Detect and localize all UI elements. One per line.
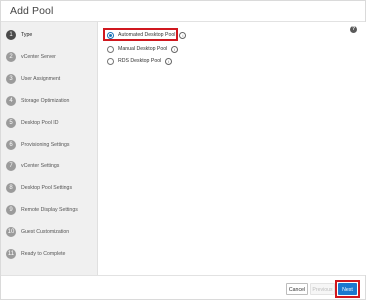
- next-button-highlight: [335, 280, 360, 298]
- step-number: 10: [6, 226, 16, 237]
- cancel-button[interactable]: Cancel: [286, 283, 308, 295]
- step-label: Type: [21, 31, 33, 38]
- step-number: 4: [6, 95, 16, 106]
- radio-manual-desktop-pool[interactable]: Manual Desktop Pool i: [107, 44, 179, 54]
- step-label: Guest Customization: [21, 228, 70, 235]
- step-label: Provisioning Settings: [21, 141, 70, 148]
- step-label: Ready to Complete: [21, 250, 66, 257]
- wizard-step-storage-optimization[interactable]: 4 Storage Optimization: [6, 94, 69, 107]
- wizard-step-guest-customization[interactable]: 10 Guest Customization: [6, 225, 69, 238]
- wizard-step-desktop-pool-settings[interactable]: 8 Desktop Pool Settings: [6, 181, 72, 194]
- wizard-step-provisioning-settings[interactable]: 6 Provisioning Settings: [6, 138, 69, 151]
- wizard-step-remote-display-settings[interactable]: 9 Remote Display Settings: [6, 203, 78, 216]
- help-icon[interactable]: ?: [350, 26, 357, 33]
- radio-label: RDS Desktop Pool: [118, 58, 162, 64]
- info-icon[interactable]: i: [179, 31, 187, 39]
- radio-button[interactable]: [107, 57, 114, 65]
- wizard-step-user-assignment[interactable]: 3 User Assignment: [6, 72, 60, 85]
- step-number: 5: [6, 117, 16, 128]
- radio-button[interactable]: [107, 45, 114, 53]
- step-label: Desktop Pool ID: [21, 119, 59, 126]
- step-number: 6: [6, 139, 16, 150]
- info-icon[interactable]: i: [165, 57, 173, 65]
- add-pool-dialog: Add Pool 1 Type 2 vCenter Server 3 User …: [0, 0, 366, 300]
- selection-highlight: [103, 28, 178, 41]
- footer-divider: [1, 275, 365, 276]
- wizard-step-vcenter-server[interactable]: 2 vCenter Server: [6, 50, 56, 63]
- step-number: 3: [6, 73, 16, 84]
- info-icon[interactable]: i: [171, 45, 179, 53]
- step-label: User Assignment: [21, 75, 61, 82]
- dialog-title: Add Pool: [10, 5, 54, 17]
- step-number: 1: [6, 29, 16, 40]
- step-number: 9: [6, 204, 16, 215]
- wizard-steps-sidebar: 1 Type 2 vCenter Server 3 User Assignmen…: [1, 22, 98, 275]
- step-label: Desktop Pool Settings: [21, 184, 73, 191]
- step-label: Storage Optimization: [21, 97, 70, 104]
- wizard-step-ready-to-complete[interactable]: 11 Ready to Complete: [6, 247, 65, 260]
- wizard-step-vcenter-settings[interactable]: 7 vCenter Settings: [6, 159, 59, 172]
- step-number: 7: [6, 160, 16, 171]
- previous-button[interactable]: Previous: [310, 283, 335, 295]
- step-number: 11: [6, 248, 16, 259]
- step-number: 8: [6, 182, 16, 193]
- wizard-step-type[interactable]: 1 Type: [6, 28, 32, 41]
- step-label: vCenter Settings: [21, 162, 60, 169]
- step-number: 2: [6, 51, 16, 62]
- step-label: Remote Display Settings: [21, 206, 78, 213]
- step-label: vCenter Server: [21, 53, 56, 60]
- radio-rds-desktop-pool[interactable]: RDS Desktop Pool i: [107, 56, 173, 66]
- radio-label: Manual Desktop Pool: [118, 46, 168, 52]
- wizard-step-desktop-pool-id[interactable]: 5 Desktop Pool ID: [6, 116, 58, 129]
